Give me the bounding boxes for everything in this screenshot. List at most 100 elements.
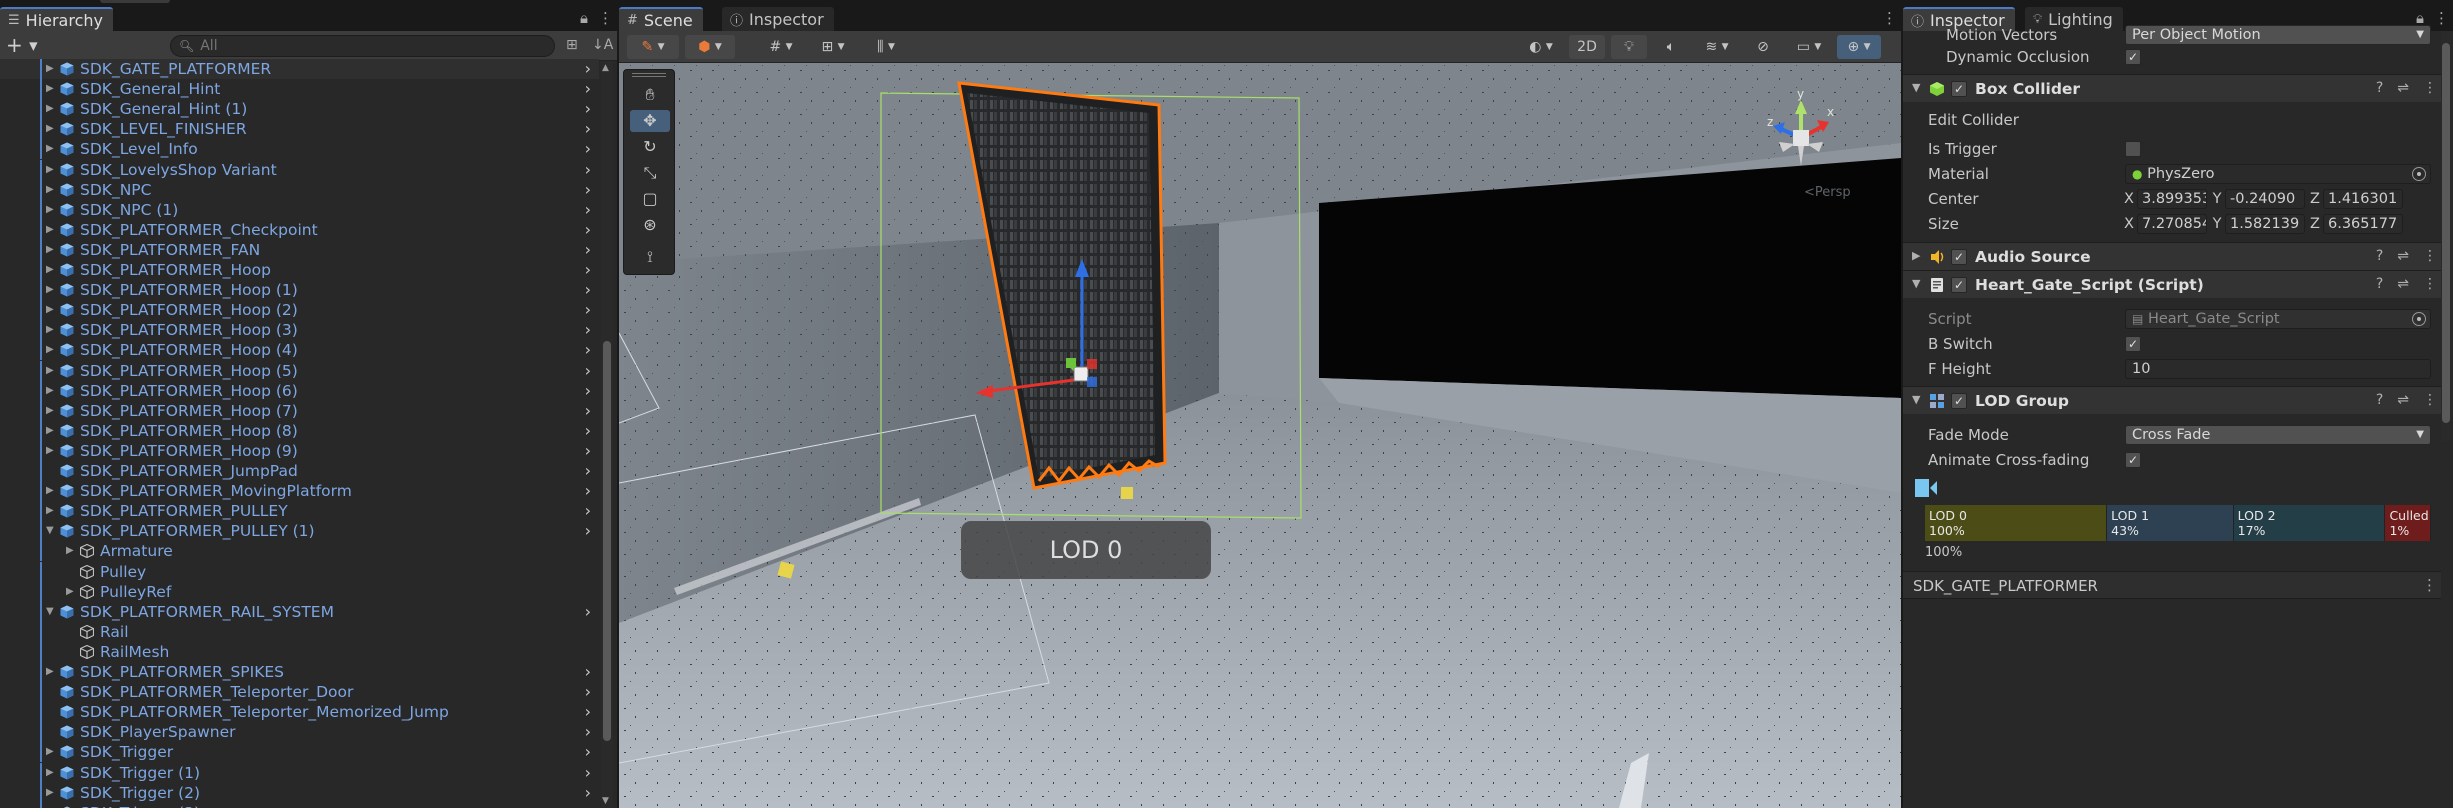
toggle-2d-button[interactable]: 2D — [1569, 35, 1605, 59]
grid-snap-button[interactable]: # ▼ — [759, 35, 803, 59]
tab-inspector-secondary[interactable]: ⓘ Inspector — [722, 7, 834, 31]
fold-closed-icon[interactable]: ▶ — [46, 340, 56, 360]
open-prefab-arrow-icon[interactable]: › — [585, 240, 591, 260]
open-prefab-arrow-icon[interactable]: › — [585, 320, 591, 340]
hierarchy-item[interactable]: ▶ SDK_PLATFORMER_Hoop (7) › — [0, 400, 599, 421]
animate-crossfade-checkbox[interactable]: ✓ — [2125, 452, 2141, 468]
hierarchy-item[interactable]: ▶ SDK_Level_Info › — [0, 139, 599, 160]
preset-icon[interactable]: ⇌ — [2397, 392, 2409, 408]
open-prefab-arrow-icon[interactable]: › — [585, 200, 591, 220]
hierarchy-item[interactable]: Rail — [0, 621, 599, 642]
open-prefab-arrow-icon[interactable]: › — [585, 501, 591, 521]
hierarchy-item[interactable]: ▶ SDK_General_Hint (1) › — [0, 99, 599, 120]
fold-closed-icon[interactable]: ▶ — [46, 441, 56, 461]
open-prefab-arrow-icon[interactable]: › — [585, 220, 591, 240]
fold-closed-icon[interactable]: ▶ — [46, 200, 56, 220]
open-prefab-arrow-icon[interactable]: › — [585, 300, 591, 320]
transform-tool-icon[interactable]: ⊛ — [630, 214, 670, 236]
hierarchy-item[interactable]: ▶ SDK_PLATFORMER_Checkpoint › — [0, 219, 599, 240]
edit-collider-button[interactable]: Edit Collider — [1928, 111, 2019, 129]
rect-tool-icon[interactable]: ▢ — [630, 188, 670, 210]
hierarchy-item[interactable]: ▶ SDK_NPC (1) › — [0, 199, 599, 220]
hierarchy-item[interactable]: ▶ SDK_NPC › — [0, 179, 599, 200]
audio-toggle[interactable]: 🔈︎ — [1653, 35, 1689, 59]
open-prefab-arrow-icon[interactable]: › — [585, 59, 591, 79]
lod-level-segment[interactable]: Culled 1% — [2385, 505, 2431, 541]
hierarchy-item[interactable]: ▶ SDK_Trigger (3) › — [0, 802, 599, 808]
fold-open-icon[interactable]: ▼ — [1912, 81, 1920, 94]
help-icon[interactable]: ? — [2376, 80, 2383, 96]
search-input[interactable] — [200, 38, 501, 54]
fold-closed-icon[interactable]: ▶ — [46, 300, 56, 320]
fold-closed-icon[interactable]: ▶ — [46, 783, 56, 803]
palette-grip[interactable] — [632, 73, 666, 77]
open-prefab-arrow-icon[interactable]: › — [585, 481, 591, 501]
fold-closed-icon[interactable]: ▶ — [46, 119, 56, 139]
lod-levels-bar[interactable]: LOD 0 100% LOD 1 43% LOD 2 17% Culled 1% — [1925, 505, 2431, 541]
hierarchy-item[interactable]: ▶ SDK_Trigger (2) › — [0, 782, 599, 803]
material-field[interactable]: ● PhysZero — [2125, 164, 2431, 184]
hierarchy-item[interactable]: ▶ SDK_PLATFORMER_Hoop (6) › — [0, 380, 599, 401]
create-button[interactable]: + ▼ — [6, 34, 38, 58]
hierarchy-item[interactable]: ▶ SDK_Trigger › — [0, 742, 599, 763]
hierarchy-scrollbar[interactable]: ▲ ▼ — [601, 61, 613, 808]
open-prefab-arrow-icon[interactable]: › — [585, 421, 591, 441]
help-icon[interactable]: ? — [2376, 276, 2383, 292]
heart-gate-enabled-checkbox[interactable]: ✓ — [1951, 277, 1967, 293]
dynamic-occlusion-checkbox[interactable]: ✓ — [2125, 49, 2141, 65]
hierarchy-item[interactable]: ▶ SDK_PLATFORMER_Hoop (4) › — [0, 340, 599, 361]
box-collider-enabled-checkbox[interactable]: ✓ — [1951, 81, 1967, 97]
align-button[interactable]: ⫼ ▼ — [863, 35, 909, 59]
audio-source-enabled-checkbox[interactable]: ✓ — [1951, 249, 1967, 265]
perspective-label[interactable]: <Persp — [1804, 185, 1851, 200]
fold-closed-icon[interactable]: ▶ — [46, 220, 56, 240]
open-prefab-arrow-icon[interactable]: › — [585, 119, 591, 139]
fold-closed-icon[interactable]: ▶ — [46, 481, 56, 501]
hierarchy-item[interactable]: ▶ SDK_PLATFORMER_MovingPlatform › — [0, 481, 599, 502]
shading-mode-button[interactable]: ⬢ ▼ — [685, 35, 735, 59]
more-menu-icon[interactable]: ⋮ — [2423, 80, 2437, 96]
fold-closed-icon[interactable]: ▶ — [46, 180, 56, 200]
hierarchy-item[interactable]: ▶ SDK_PLATFORMER_Hoop (8) › — [0, 420, 599, 441]
hierarchy-item[interactable]: ▶ SDK_PLATFORMER_SPIKES › — [0, 662, 599, 682]
lod-level-segment[interactable]: LOD 2 17% — [2233, 505, 2386, 541]
preset-icon[interactable]: ⇌ — [2397, 248, 2409, 264]
camera-button[interactable]: ▭ ▼ — [1787, 35, 1831, 59]
center-x-field[interactable]: 3.899353 — [2137, 189, 2207, 209]
help-icon[interactable]: ? — [2376, 392, 2383, 408]
audio-source-header[interactable]: ▶ ✓ Audio Source ? ⇌ ⋮ — [1903, 242, 2441, 270]
open-prefab-arrow-icon[interactable]: › — [585, 381, 591, 401]
rotate-tool-icon[interactable]: ↻ — [630, 136, 670, 158]
lod-group-enabled-checkbox[interactable]: ✓ — [1951, 393, 1967, 409]
fold-closed-icon[interactable]: ▶ — [46, 401, 56, 421]
fold-closed-icon[interactable]: ▶ — [46, 763, 56, 783]
fold-closed-icon[interactable]: ▶ — [46, 662, 56, 682]
hierarchy-item[interactable]: ▶ SDK_LovelysShop Variant › — [0, 159, 599, 180]
open-prefab-arrow-icon[interactable]: › — [585, 662, 591, 682]
help-icon[interactable]: ? — [2376, 248, 2383, 264]
open-prefab-arrow-icon[interactable]: › — [585, 361, 591, 381]
hand-tool-icon[interactable]: ✋︎ — [630, 84, 670, 106]
hierarchy-item[interactable]: ▶ SDK_GATE_PLATFORMER › — [0, 59, 599, 79]
fold-closed-icon[interactable]: ▶ — [46, 320, 56, 340]
fold-closed-icon[interactable]: ▶ — [1912, 249, 1920, 262]
hierarchy-item[interactable]: SDK_PLATFORMER_Teleporter_Door › — [0, 682, 599, 703]
open-prefab-arrow-icon[interactable]: › — [585, 461, 591, 481]
scrollbar-thumb[interactable] — [2442, 43, 2450, 423]
open-prefab-arrow-icon[interactable]: › — [585, 340, 591, 360]
tab-scene[interactable]: # Scene — [619, 7, 703, 31]
open-prefab-arrow-icon[interactable]: › — [585, 783, 591, 803]
hierarchy-item[interactable]: ▶ SDK_PLATFORMER_Hoop (3) › — [0, 320, 599, 341]
preset-icon[interactable]: ⇌ — [2397, 80, 2409, 96]
open-prefab-arrow-icon[interactable]: › — [585, 160, 591, 180]
lock-icon[interactable]: 🔒︎ — [580, 9, 588, 27]
fold-closed-icon[interactable]: ▶ — [46, 99, 56, 119]
open-prefab-arrow-icon[interactable]: › — [585, 260, 591, 280]
scroll-down-icon[interactable]: ▼ — [602, 796, 609, 806]
gizmos-button[interactable]: ⊕ ▼ — [1837, 35, 1881, 59]
center-z-field[interactable]: 1.416301 — [2323, 189, 2403, 209]
fold-closed-icon[interactable]: ▶ — [46, 59, 56, 79]
fold-open-icon[interactable]: ▼ — [46, 521, 56, 541]
hierarchy-item[interactable]: ▶ SDK_PLATFORMER_Hoop (2) › — [0, 300, 599, 321]
open-prefab-arrow-icon[interactable]: › — [585, 401, 591, 421]
